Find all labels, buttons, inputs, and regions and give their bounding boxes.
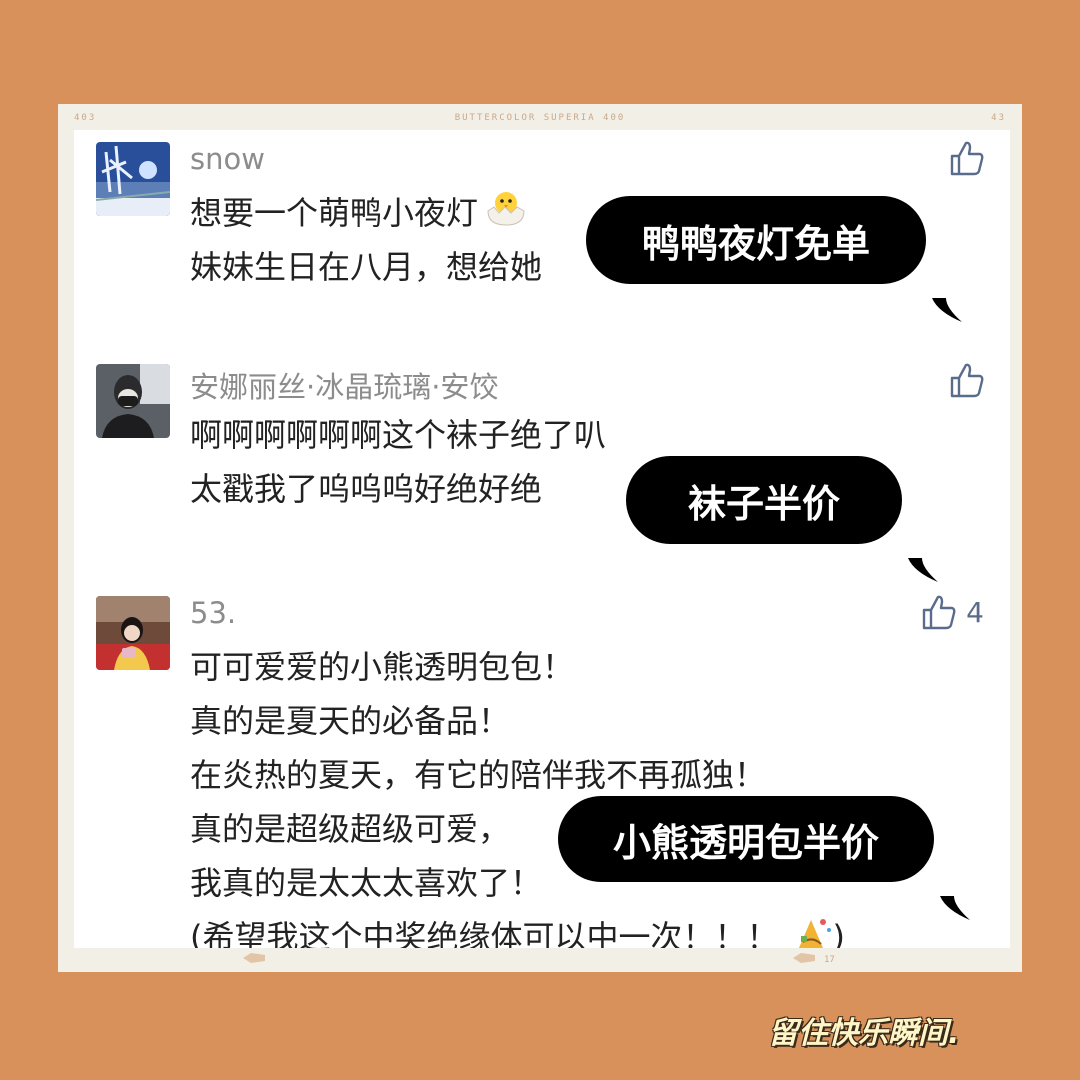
comment-line: 啊啊啊啊啊啊这个袜子绝了叭 bbox=[190, 416, 607, 454]
comment-line: 妹妹生日在八月，想给她 bbox=[190, 248, 543, 286]
comment-screenshot: snow 想要一个萌鸭小夜灯 妹妹生日在八月，想给她 鸭鸭夜灯免单 安娜丽丝·冰… bbox=[74, 130, 1010, 948]
comment-line: 在炎热的夏天，有它的陪伴我不再孤独！ bbox=[190, 756, 767, 794]
comment-line: 我真的是太太太喜欢了！ bbox=[190, 864, 543, 902]
comment-line: 真的是夏天的必备品！ bbox=[190, 702, 511, 740]
speech-bubble: 袜子半价 bbox=[626, 456, 938, 582]
film-bottom-edge: 17 bbox=[58, 948, 1022, 972]
comment-line-end: ) bbox=[832, 918, 845, 948]
thumbs-up-icon bbox=[922, 595, 956, 630]
username[interactable]: 安娜丽丝·冰晶琉璃·安饺 bbox=[190, 364, 498, 406]
film-frame-number-right: 43 bbox=[991, 113, 1006, 123]
caption-text: 留住快乐瞬间. bbox=[768, 1016, 960, 1051]
comment-line: (希望我这个中奖绝缘体可以中一次！！！ bbox=[190, 918, 779, 948]
bubble-text: 鸭鸭夜灯免单 bbox=[641, 221, 870, 266]
speech-bubble: 鸭鸭夜灯免单 bbox=[586, 196, 962, 322]
like-button[interactable] bbox=[950, 362, 984, 398]
comment-body: 想要一个萌鸭小夜灯 妹妹生日在八月，想给她 bbox=[190, 186, 542, 294]
comment-body: 啊啊啊啊啊啊这个袜子绝了叭 太戳我了呜呜呜好绝好绝 bbox=[190, 408, 606, 516]
comment-body: 可可爱爱的小熊透明包包！ 真的是夏天的必备品！ 在炎热的夏天，有它的陪伴我不再孤… bbox=[190, 640, 845, 948]
bubble-text: 小熊透明包半价 bbox=[612, 820, 879, 865]
speech-bubble: 小熊透明包半价 bbox=[558, 796, 970, 920]
bubble-text: 袜子半价 bbox=[687, 481, 840, 526]
comment-line: 可可爱爱的小熊透明包包！ bbox=[190, 648, 575, 686]
avatar[interactable] bbox=[96, 364, 170, 438]
film-brand: BUTTERCOLOR SUPERIA 400 bbox=[454, 113, 626, 123]
film-arrow-icon bbox=[243, 953, 265, 966]
film-frame-number-bottom: 17 bbox=[824, 955, 835, 965]
username[interactable]: snow bbox=[190, 142, 265, 176]
thumbs-up-icon bbox=[950, 363, 984, 398]
like-count: 4 bbox=[966, 595, 984, 629]
like-button[interactable] bbox=[950, 140, 984, 176]
thumbs-up-icon bbox=[950, 141, 984, 176]
username[interactable]: 53. bbox=[190, 596, 236, 630]
hatching-chick-icon bbox=[484, 187, 528, 243]
avatar[interactable] bbox=[96, 142, 170, 216]
avatar[interactable] bbox=[96, 596, 170, 670]
film-arrow-icon bbox=[793, 953, 815, 966]
comment-line: 想要一个萌鸭小夜灯 bbox=[190, 194, 479, 232]
comment-line: 太戳我了呜呜呜好绝好绝 bbox=[190, 470, 543, 508]
party-emoji-icon bbox=[793, 912, 833, 948]
comment-line: 真的是超级超级可爱， bbox=[190, 810, 511, 848]
like-button[interactable]: 4 bbox=[922, 594, 984, 630]
film-top-edge: 403 BUTTERCOLOR SUPERIA 400 43 bbox=[58, 104, 1022, 130]
